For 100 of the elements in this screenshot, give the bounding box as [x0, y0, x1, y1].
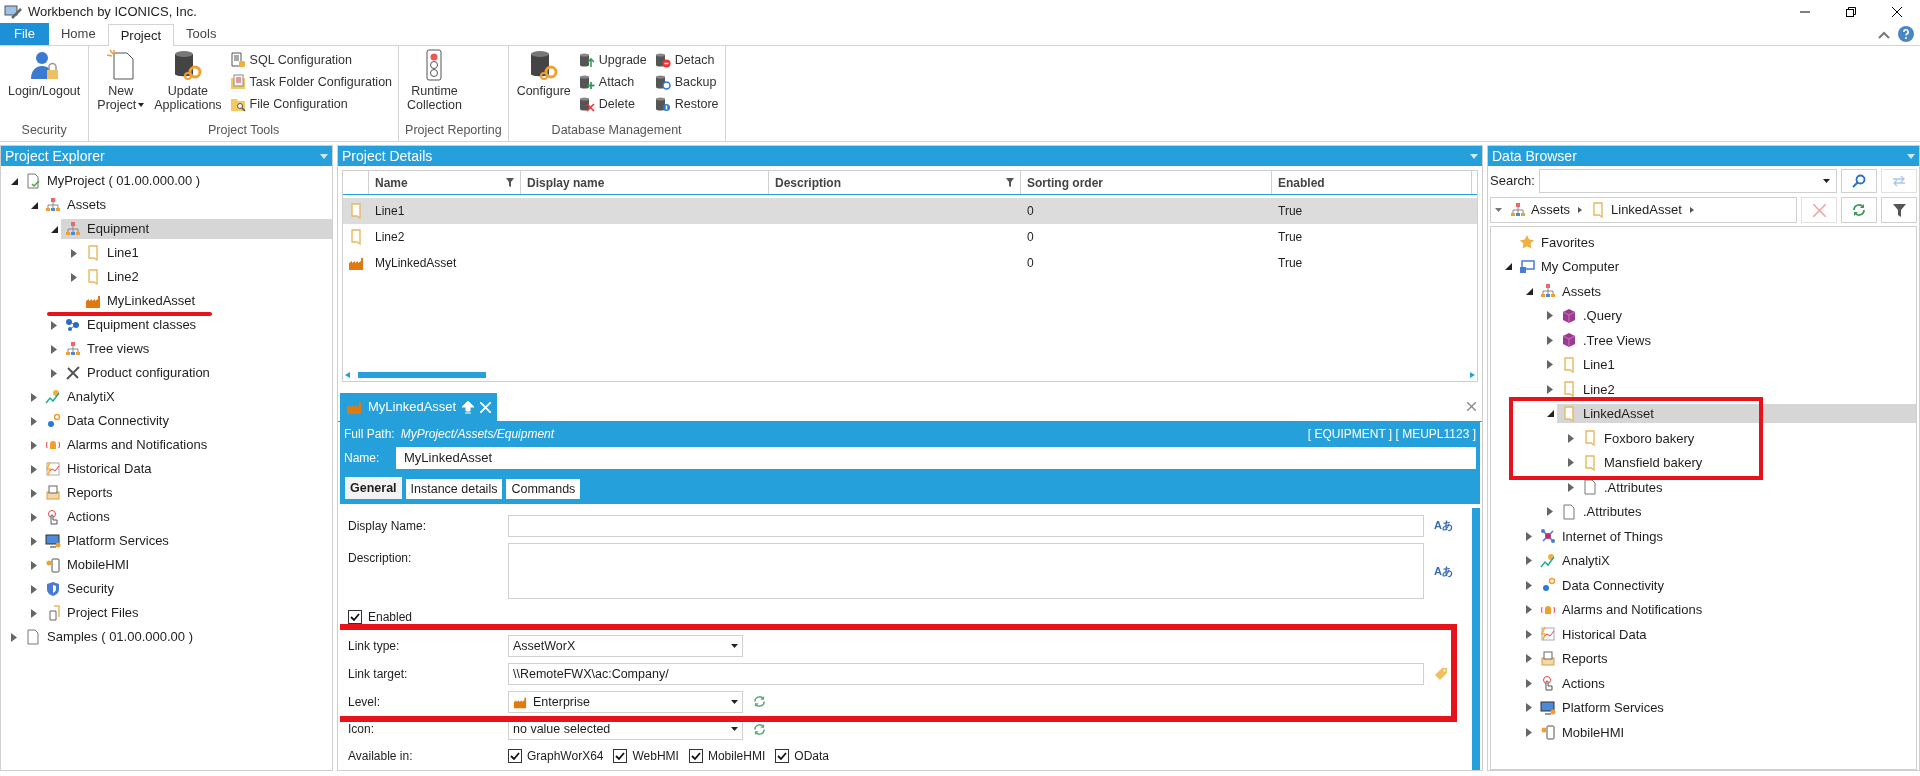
tree-item[interactable]: Internet of Things — [1536, 526, 1916, 546]
tree-item[interactable]: Foxboro bakery — [1578, 428, 1916, 448]
table-cell-text: 0 — [1026, 255, 1035, 272]
tree-item[interactable]: My Computer — [1515, 257, 1916, 277]
input-field[interactable]: \\RemoteFWX\ac:Company/ — [508, 662, 1424, 685]
tree-item[interactable]: Security — [41, 579, 332, 599]
type-tags: [ EQUIPMENT ] [ MEUPL1123 ] — [1307, 425, 1476, 443]
breadcrumb-item[interactable]: Assets — [1510, 200, 1570, 220]
tree-item[interactable]: Line1 — [81, 243, 332, 263]
translate-button[interactable]: Aあ — [1434, 562, 1453, 580]
tree-item[interactable]: Line2 — [1557, 379, 1916, 399]
tab[interactable]: General — [344, 476, 403, 500]
tree-item[interactable]: Line1 — [1557, 355, 1916, 375]
tree-item[interactable]: Actions — [1536, 673, 1916, 693]
ribbon-button[interactable]: Login/Logout — [6, 49, 83, 121]
ribbon-button[interactable]: Backup — [654, 71, 719, 93]
tree-item[interactable]: Alarms and Notifications — [41, 435, 332, 455]
tree-item[interactable]: Platform Services — [41, 531, 332, 551]
tree-item[interactable]: Favorites — [1515, 232, 1916, 252]
tree-item[interactable]: MyProject ( 01.00.000.00 ) — [21, 171, 332, 191]
checkbox-label: OData — [794, 748, 829, 766]
tab[interactable]: Instance details — [404, 478, 504, 500]
ribbon-button[interactable]: Task Folder Configuration — [229, 71, 393, 93]
table-cell-text: Line2 — [374, 229, 406, 246]
tree-item[interactable]: Assets — [41, 195, 332, 215]
tree-item[interactable]: Historical Data — [41, 459, 332, 479]
ribbon-tab[interactable]: Project — [107, 24, 175, 46]
search-label: Search: — [1490, 172, 1535, 191]
tree-item[interactable]: Product configuration — [61, 363, 332, 383]
tree-item[interactable]: Data Connectivity — [41, 411, 332, 431]
ribbon-button[interactable]: Upgrade — [578, 49, 647, 71]
field-label: Link type: — [348, 637, 401, 655]
column-header[interactable]: Sorting order — [1021, 171, 1272, 194]
column-header[interactable]: Name — [369, 171, 521, 194]
tree-item[interactable]: Tree views — [61, 339, 332, 359]
tree-item[interactable]: LinkedAsset — [1557, 404, 1916, 424]
ribbon-button[interactable]: Detach — [654, 49, 719, 71]
tree-item[interactable]: Equipment classes — [61, 315, 332, 335]
ribbon-button[interactable]: SQL Configuration — [229, 49, 393, 71]
field-label: Display Name: — [348, 517, 428, 535]
tree-item[interactable]: MobileHMI — [1536, 722, 1916, 742]
ribbon-button[interactable]: Configure — [514, 49, 573, 121]
ribbon-button[interactable]: Update Applications — [152, 49, 224, 121]
ribbon-button[interactable]: Delete — [578, 93, 647, 115]
tree-item[interactable]: Reports — [41, 483, 332, 503]
column-header[interactable]: Description — [769, 171, 1021, 194]
ribbon-button[interactable]: Runtime Collection — [405, 49, 464, 121]
tab[interactable]: Commands — [505, 478, 582, 500]
breadcrumb-item[interactable]: LinkedAsset — [1590, 200, 1682, 220]
checkbox-label: Enabled — [368, 609, 413, 627]
ribbon-tab[interactable]: Home — [48, 23, 108, 45]
table-cell-text: Line1 — [374, 203, 406, 220]
tree-item[interactable]: Mansfield bakery — [1578, 453, 1916, 473]
panel-title: Data Browser — [1492, 146, 1578, 166]
translate-button[interactable]: Aあ — [1434, 517, 1453, 534]
tree-item[interactable]: Line2 — [81, 267, 332, 287]
tree-item[interactable]: .Attributes — [1578, 477, 1916, 497]
tree-item[interactable]: .Tree Views — [1557, 330, 1916, 350]
ribbon-button[interactable]: New Project — [95, 49, 147, 121]
tree-item[interactable]: Reports — [1536, 649, 1916, 669]
checkbox-label: MobileHMI — [707, 748, 766, 766]
field-label: Level: — [348, 693, 382, 711]
tree-item[interactable]: Project Files — [41, 603, 332, 623]
tree-item[interactable]: .Query — [1557, 306, 1916, 326]
column-header[interactable]: Display name — [521, 171, 769, 194]
checkbox-label: GraphWorX64 — [527, 748, 604, 766]
tree-item[interactable]: Platform Services — [1536, 698, 1916, 718]
ribbon-button[interactable]: Restore — [654, 93, 719, 115]
full-path-label: Full Path: — [344, 426, 395, 443]
tree-item[interactable]: Data Connectivity — [1536, 575, 1916, 595]
group-label: Database Management — [550, 122, 683, 139]
panel-title: Project Details — [342, 146, 434, 166]
table-row[interactable]: Line1 0 True — [343, 198, 1477, 224]
tree-item[interactable]: Equipment — [61, 219, 332, 239]
table-cell-text: 0 — [1026, 203, 1035, 220]
tree-item[interactable]: Alarms and Notifications — [1536, 600, 1916, 620]
tree-item[interactable]: Historical Data — [1536, 624, 1916, 644]
tree-item[interactable]: AnalytiX — [1536, 551, 1916, 571]
full-path: MyProject/Assets/Equipment — [400, 426, 555, 443]
tree-item[interactable]: .Attributes — [1557, 502, 1916, 522]
tree-item[interactable]: AnalytiX — [41, 387, 332, 407]
ribbon-button[interactable]: File Configuration — [229, 93, 393, 115]
dropdown[interactable]: Enterprise — [508, 690, 743, 713]
field-label: Icon: — [348, 721, 375, 739]
name-label: Name: — [344, 450, 381, 467]
field-label: Link target: — [348, 665, 409, 683]
ribbon-tab[interactable]: Tools — [174, 23, 229, 45]
window-title: Workbench by ICONICS, Inc. — [28, 3, 197, 22]
tree-item[interactable]: MyLinkedAsset — [81, 291, 332, 311]
tree-item[interactable]: MobileHMI — [41, 555, 332, 575]
column-header[interactable]: Enabled — [1272, 171, 1472, 194]
table-cell-text: 0 — [1026, 229, 1035, 246]
dropdown[interactable]: AssetWorX — [508, 634, 743, 657]
checkbox-label: WebHMI — [632, 748, 679, 766]
table-cell-text: MyLinkedAsset — [374, 255, 458, 272]
tree-item[interactable]: Samples ( 01.00.000.00 ) — [21, 627, 332, 647]
tree-item[interactable]: Assets — [1536, 281, 1916, 301]
tree-item[interactable]: Actions — [41, 507, 332, 527]
ribbon-button[interactable]: Attach — [578, 71, 647, 93]
name-field[interactable]: MyLinkedAsset — [396, 447, 1476, 469]
